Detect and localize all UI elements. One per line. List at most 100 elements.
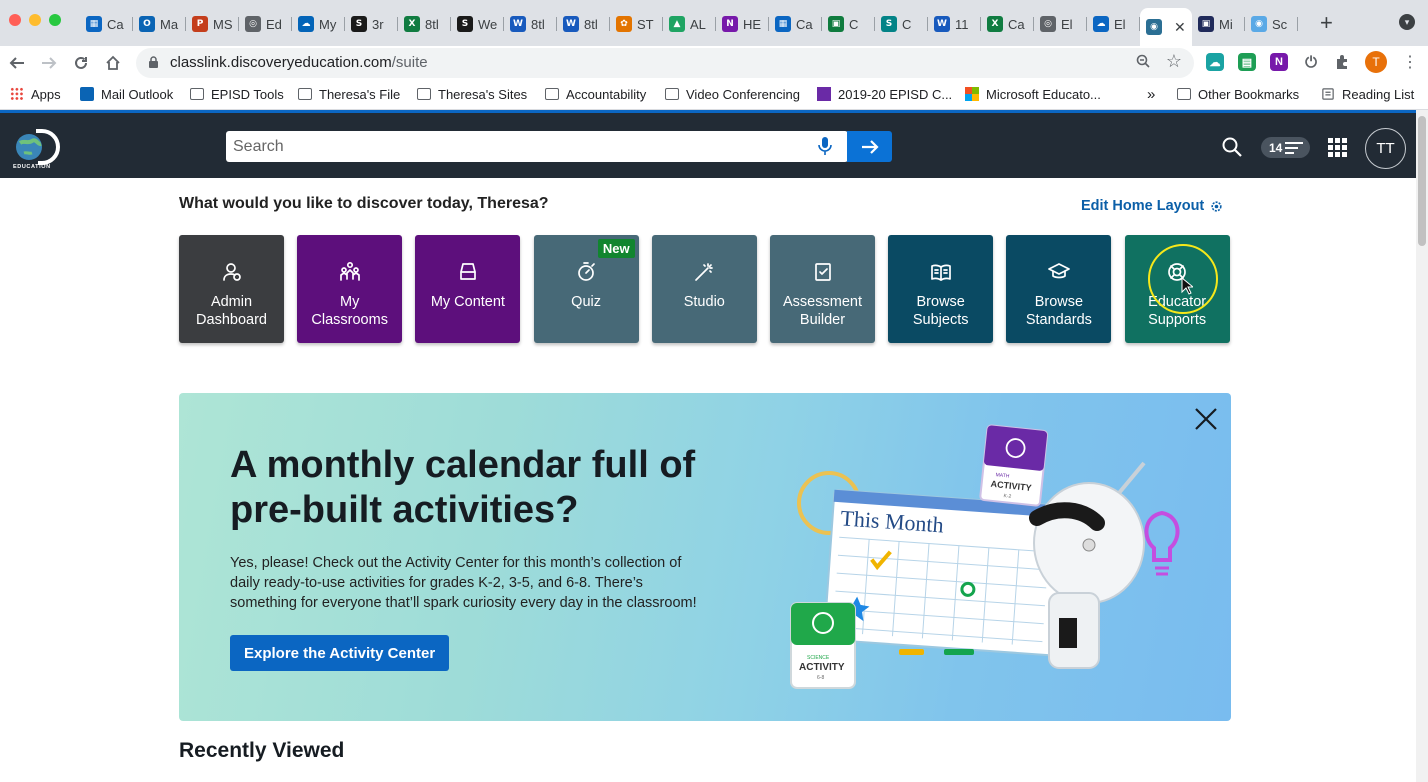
browser-tab[interactable]: O Ma xyxy=(133,8,186,40)
bookmark-ms[interactable]: Microsoft Educato... xyxy=(965,83,1101,105)
microphone-icon[interactable] xyxy=(818,137,832,156)
scrollbar-thumb[interactable] xyxy=(1418,116,1426,246)
tile-quiz[interactable]: Quiz New xyxy=(533,235,639,343)
browser-tab[interactable]: SC xyxy=(875,8,928,40)
extension-onenote-icon[interactable]: N xyxy=(1270,53,1288,71)
tile-label: Educator Supports xyxy=(1125,293,1230,329)
other-bookmarks-folder[interactable]: Other Bookmarks xyxy=(1177,83,1299,105)
browser-tab[interactable]: ▦ Ca xyxy=(80,8,133,40)
bookmark-folder[interactable]: Video Conferencing xyxy=(665,83,800,105)
browser-tab[interactable]: ✿ ST xyxy=(610,8,663,40)
close-window-button[interactable] xyxy=(9,14,21,26)
reading-list-button[interactable]: Reading List xyxy=(1321,83,1414,105)
search-input[interactable] xyxy=(226,131,816,162)
browser-tab[interactable]: ☁ El xyxy=(1087,8,1140,40)
arrow-right-icon xyxy=(42,57,57,69)
bookmark-folder[interactable]: Theresa's Sites xyxy=(417,83,527,105)
browser-tab[interactable]: ▲ AL xyxy=(663,8,716,40)
arrow-right-icon xyxy=(861,139,879,154)
tile-my-content[interactable]: My Content xyxy=(415,235,521,343)
browser-tab[interactable]: ▣ C xyxy=(822,8,875,40)
browser-tab[interactable]: ◉ Sc xyxy=(1245,8,1298,40)
tab-title: AL xyxy=(690,16,706,32)
drive-favicon: ▲ xyxy=(669,16,685,32)
activity-center-banner: A monthly calendar full of pre-built act… xyxy=(179,393,1231,721)
tile-label-line: Standards xyxy=(1025,312,1092,328)
browser-tab[interactable]: X 8tl xyxy=(398,8,451,40)
extension-g-icon[interactable]: ▤ xyxy=(1238,53,1256,71)
s-favicon: S xyxy=(351,16,367,32)
tile-browse-subjects[interactable]: Browse Subjects xyxy=(888,235,994,343)
profile-avatar[interactable]: T xyxy=(1365,51,1387,73)
search-icon[interactable] xyxy=(1222,137,1242,157)
tile-label-line: My xyxy=(340,294,360,310)
extension-cloud-icon[interactable]: ☁ xyxy=(1206,53,1224,71)
edit-home-layout-link[interactable]: Edit Home Layout xyxy=(1081,198,1223,214)
extensions-puzzle-icon[interactable] xyxy=(1334,53,1352,71)
tile-educator-supports[interactable]: Educator Supports xyxy=(1124,235,1230,343)
browser-tab[interactable]: N HE xyxy=(716,8,769,40)
banner-body: Yes, please! Check out the Activity Cent… xyxy=(230,555,697,611)
url-text: classlink.discoveryeducation.com/suite xyxy=(170,54,428,71)
tile-label: Assessment Builder xyxy=(770,293,875,329)
back-button[interactable] xyxy=(4,50,30,76)
tile-label: Admin Dashboard xyxy=(179,293,284,329)
browser-tab[interactable]: ◎ El xyxy=(1034,8,1087,40)
tab-active[interactable]: ◉ ✕ xyxy=(1140,8,1192,46)
tab-title: 11 xyxy=(955,16,969,32)
browser-tab[interactable]: S 3r xyxy=(345,8,398,40)
maximize-window-button[interactable] xyxy=(49,14,61,26)
page-scrollbar[interactable] xyxy=(1416,110,1428,782)
tab-list: ▦ Ca O Ma P MS ◎ Ed ☁ My S 3r X 8tl S We W 8tl W 8tl ✿ ST ▲ AL N… xyxy=(80,8,1298,46)
bookmark-folder[interactable]: Accountability xyxy=(545,83,646,105)
excel-favicon: X xyxy=(987,16,1003,32)
tile-assessment-builder[interactable]: Assessment Builder xyxy=(770,235,875,343)
tab-title: Sc xyxy=(1272,16,1288,32)
browser-tab[interactable]: W 8tl xyxy=(504,8,557,40)
tab-search-button[interactable]: ▾ xyxy=(1399,14,1415,30)
browser-tab[interactable]: S We xyxy=(451,8,504,40)
bookmark-outlook[interactable]: Mail Outlook xyxy=(80,83,173,105)
home-button[interactable] xyxy=(100,50,126,76)
browser-tab[interactable]: ▣ Mi xyxy=(1192,8,1245,40)
bookmarks-overflow-button[interactable]: » xyxy=(1147,83,1155,105)
tile-studio[interactable]: Studio xyxy=(651,235,757,343)
browser-tab[interactable]: W 8tl xyxy=(557,8,610,40)
new-tab-button[interactable]: + xyxy=(1320,12,1333,34)
admin-icon xyxy=(179,261,284,283)
notifications-pill[interactable]: 14 xyxy=(1261,137,1310,158)
browser-tab[interactable]: ▦ Ca xyxy=(769,8,822,40)
zoom-icon[interactable] xyxy=(1136,54,1150,72)
browser-tab[interactable]: W 11 xyxy=(928,8,981,40)
forward-button[interactable] xyxy=(36,50,62,76)
reload-icon xyxy=(75,56,87,69)
tile-admin-dashboard[interactable]: Admin Dashboard xyxy=(179,235,284,343)
bookmark-page[interactable]: 2019-20 EPISD C... xyxy=(817,83,952,105)
bookmark-apps[interactable]: Apps xyxy=(10,83,61,105)
browser-tab[interactable]: ☁ My xyxy=(292,8,345,40)
reload-button[interactable] xyxy=(68,50,94,76)
bookmark-folder[interactable]: EPISD Tools xyxy=(190,83,284,105)
app-grid-icon[interactable] xyxy=(1328,138,1347,157)
minimize-window-button[interactable] xyxy=(29,14,41,26)
explore-activity-center-button[interactable]: Explore the Activity Center xyxy=(230,635,450,671)
search-submit-button[interactable] xyxy=(847,131,892,162)
multicolor-favicon: ✿ xyxy=(616,16,632,32)
bookmark-star-icon[interactable]: ☆ xyxy=(1166,51,1182,72)
extension-power-icon[interactable]: ⏻ xyxy=(1302,53,1320,71)
content-icon xyxy=(415,261,520,283)
browser-tab[interactable]: P MS xyxy=(186,8,239,40)
bookmark-label: Mail Outlook xyxy=(101,86,174,102)
browser-menu-icon[interactable]: ⋮ xyxy=(1402,52,1418,72)
browser-tab[interactable]: ◎ Ed xyxy=(239,8,292,40)
close-tab-icon[interactable]: ✕ xyxy=(1174,19,1186,36)
bookmark-folder[interactable]: Theresa's File xyxy=(298,83,400,105)
tile-browse-standards[interactable]: Browse Standards xyxy=(1006,235,1112,343)
tab-title: Mi xyxy=(1219,16,1233,32)
browser-tab[interactable]: X Ca xyxy=(981,8,1034,40)
address-bar[interactable]: classlink.discoveryeducation.com/suite ☆ xyxy=(136,48,1194,78)
folder-icon xyxy=(417,88,431,100)
user-avatar[interactable]: TT xyxy=(1365,128,1406,169)
tile-label-line: Subjects xyxy=(912,312,969,328)
tile-my-classrooms[interactable]: My Classrooms xyxy=(297,235,403,343)
